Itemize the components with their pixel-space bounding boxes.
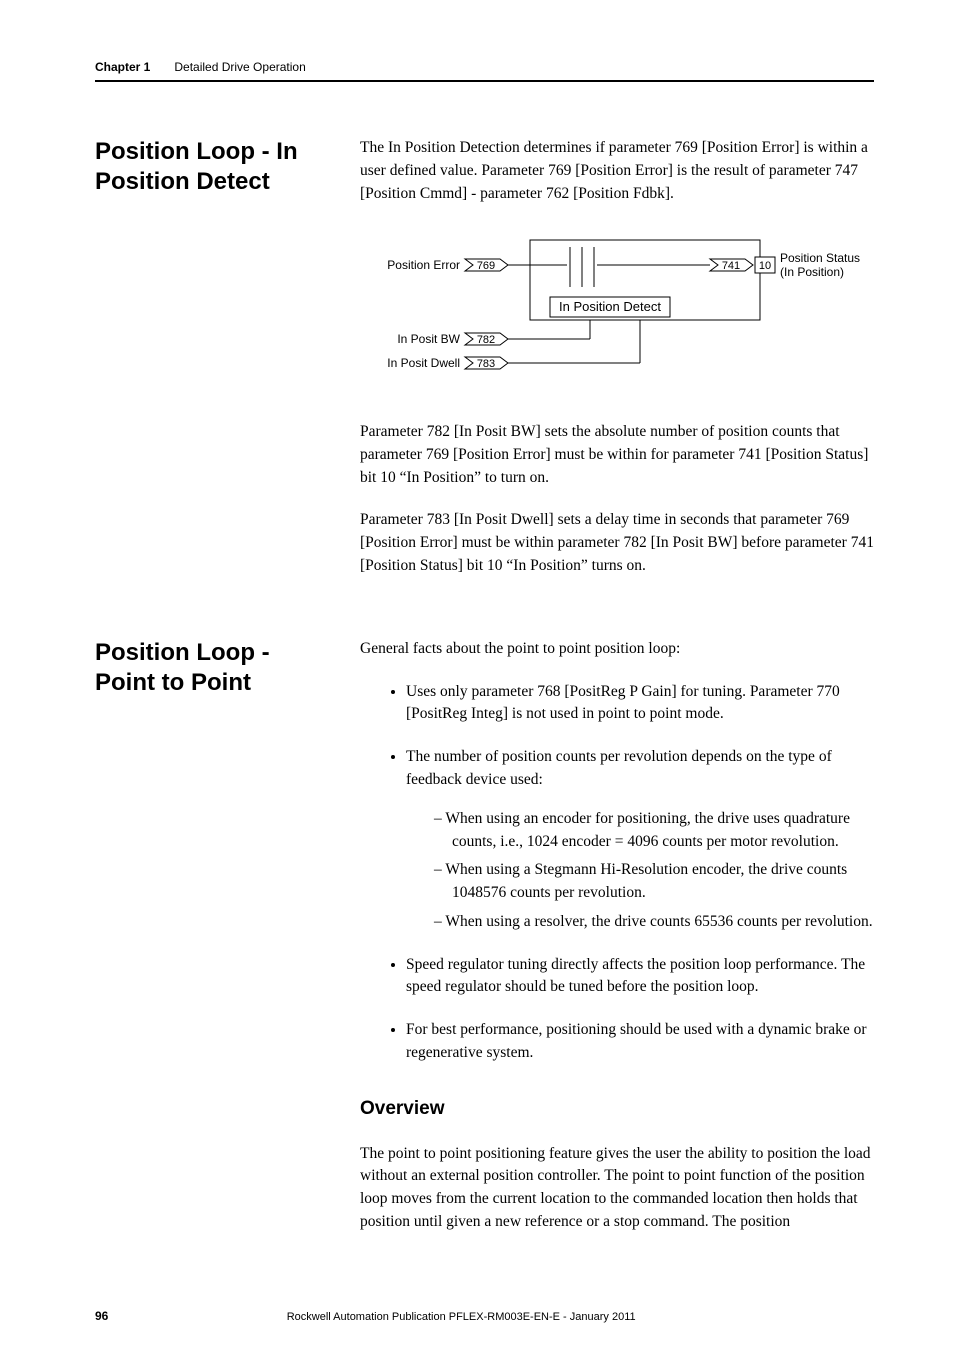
list-item: For best performance, positioning should… bbox=[406, 1019, 874, 1065]
list-item: When using a resolver, the drive counts … bbox=[434, 911, 874, 934]
list-item: When using a Stegmann Hi-Resolution enco… bbox=[434, 859, 874, 905]
paragraph: Parameter 782 [In Posit BW] sets the abs… bbox=[360, 421, 874, 489]
section-heading-in-position-detect: Position Loop - In Position Detect bbox=[95, 137, 330, 598]
diagram-param-741: 741 bbox=[722, 260, 740, 272]
paragraph: The In Position Detection determines if … bbox=[360, 137, 874, 205]
diagram-label-in-position: (In Position) bbox=[780, 265, 844, 279]
publication-info: Rockwell Automation Publication PFLEX-RM… bbox=[108, 1311, 814, 1323]
diagram-block-label: In Position Detect bbox=[559, 299, 661, 314]
list-item: The number of position counts per revolu… bbox=[406, 746, 874, 933]
chapter-label: Chapter 1 bbox=[95, 60, 150, 74]
list-item: When using an encoder for positioning, t… bbox=[434, 808, 874, 854]
list-item: Uses only parameter 768 [PositReg P Gain… bbox=[406, 681, 874, 727]
diagram-param-783: 783 bbox=[477, 358, 495, 370]
paragraph: The point to point positioning feature g… bbox=[360, 1143, 874, 1234]
paragraph: General facts about the point to point p… bbox=[360, 638, 874, 661]
chapter-title: Detailed Drive Operation bbox=[174, 60, 305, 74]
page-header: Chapter 1 Detailed Drive Operation bbox=[95, 60, 874, 82]
diagram-label-in-posit-bw: In Posit BW bbox=[397, 332, 460, 346]
page-number: 96 bbox=[95, 1309, 108, 1323]
section-heading-point-to-point: Position Loop - Point to Point bbox=[95, 638, 330, 1254]
bullet-list: Uses only parameter 768 [PositReg P Gain… bbox=[360, 681, 874, 1065]
in-position-detect-diagram: In Position Detect Position Error 769 bbox=[360, 225, 874, 393]
page-footer: 96 Rockwell Automation Publication PFLEX… bbox=[95, 1309, 874, 1323]
diagram-label-in-posit-dwell: In Posit Dwell bbox=[387, 356, 460, 370]
list-item: Speed regulator tuning directly affects … bbox=[406, 954, 874, 1000]
dash-list: When using an encoder for positioning, t… bbox=[406, 808, 874, 934]
diagram-bit-10: 10 bbox=[759, 260, 771, 272]
paragraph: Parameter 783 [In Posit Dwell] sets a de… bbox=[360, 509, 874, 577]
diagram-label-position-status: Position Status bbox=[780, 251, 860, 265]
subsection-heading-overview: Overview bbox=[360, 1095, 874, 1123]
diagram-label-position-error: Position Error bbox=[387, 258, 460, 272]
diagram-param-782: 782 bbox=[477, 334, 495, 346]
diagram-param-769: 769 bbox=[477, 260, 495, 272]
